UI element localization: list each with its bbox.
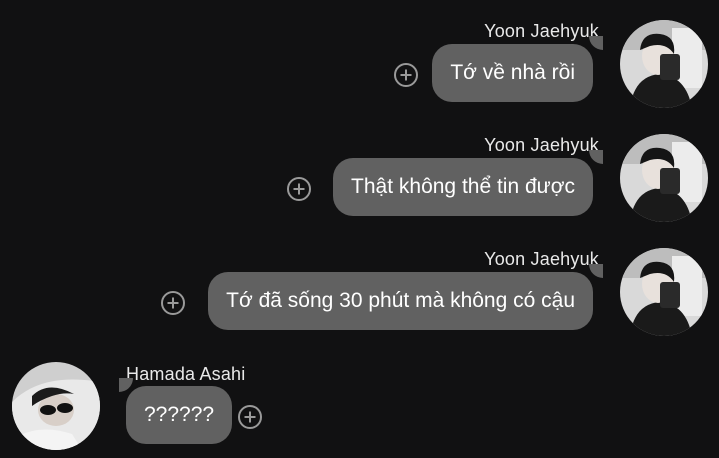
sender-name: Yoon Jaehyuk: [484, 21, 599, 41]
add-reaction-icon[interactable]: [161, 291, 185, 315]
sender-name: Yoon Jaehyuk: [484, 135, 599, 155]
yoon-jaehyuk-avatar[interactable]: [620, 248, 708, 336]
message-bubble[interactable]: Tớ về nhà rồi: [432, 44, 593, 102]
bubble-tail: [589, 150, 603, 164]
add-reaction-icon[interactable]: [287, 177, 311, 201]
bubble-tail: [589, 36, 603, 50]
message-bubble[interactable]: Tớ đã sống 30 phút mà không có cậu: [208, 272, 593, 330]
hamada-asahi-avatar[interactable]: [12, 362, 100, 450]
chat-thread: Yoon Jaehyuk Tớ về nhà rồi Yoon Jaehyuk …: [0, 0, 719, 458]
add-reaction-icon[interactable]: [238, 405, 262, 429]
bubble-tail: [589, 264, 603, 278]
sender-name: Hamada Asahi: [126, 364, 246, 384]
sender-name: Yoon Jaehyuk: [484, 249, 599, 269]
yoon-jaehyuk-avatar[interactable]: [620, 134, 708, 222]
yoon-jaehyuk-avatar[interactable]: [620, 20, 708, 108]
bubble-tail: [119, 378, 133, 392]
add-reaction-icon[interactable]: [394, 63, 418, 87]
message-bubble[interactable]: Thật không thể tin được: [333, 158, 593, 216]
message-bubble[interactable]: ??????: [126, 386, 233, 444]
